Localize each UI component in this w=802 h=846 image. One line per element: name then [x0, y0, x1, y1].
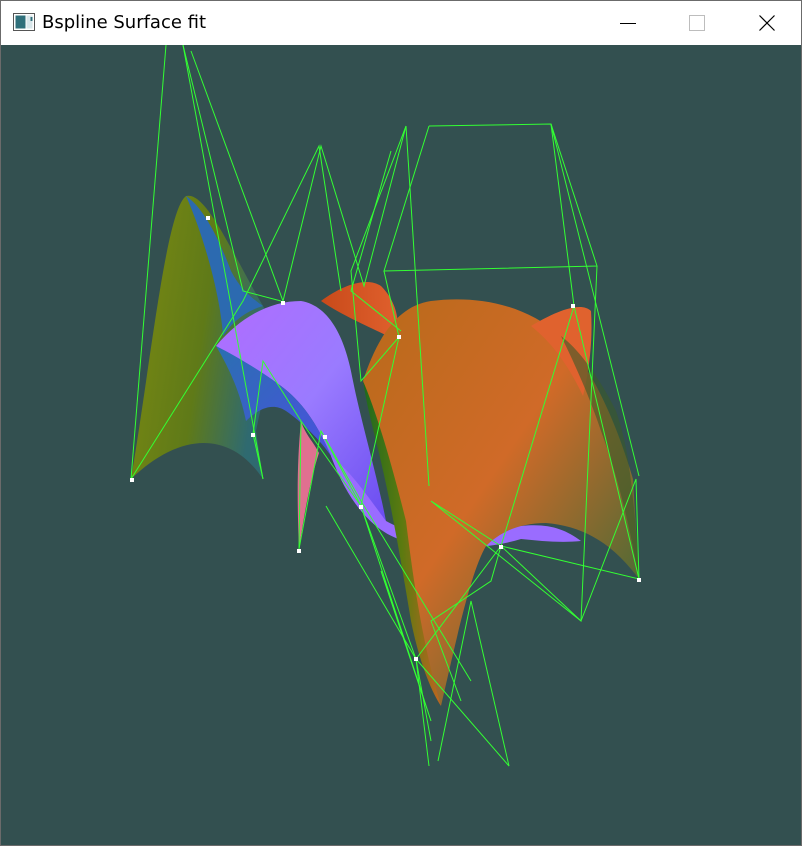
- minimize-button[interactable]: [593, 1, 663, 45]
- bspline-surface: [131, 195, 639, 706]
- control-point: [499, 545, 503, 549]
- control-point: [397, 335, 401, 339]
- close-icon: [759, 15, 775, 31]
- control-point: [414, 657, 418, 661]
- control-point: [281, 301, 285, 305]
- bspline-scene: [130, 45, 641, 767]
- control-point: [637, 578, 641, 582]
- app-window: Bspline Surface fit: [0, 0, 802, 846]
- control-point: [130, 478, 134, 482]
- control-point: [206, 216, 210, 220]
- title-bar[interactable]: Bspline Surface fit: [1, 1, 801, 45]
- control-point: [323, 435, 327, 439]
- render-viewport[interactable]: [1, 45, 801, 845]
- control-point: [571, 304, 575, 308]
- window-title: Bspline Surface fit: [42, 12, 207, 33]
- control-point: [359, 505, 363, 509]
- maximize-icon: [689, 15, 705, 31]
- minimize-icon: [620, 23, 636, 24]
- control-point: [251, 433, 255, 437]
- close-button[interactable]: [732, 1, 802, 45]
- app-icon: [13, 13, 35, 31]
- maximize-button[interactable]: [662, 1, 732, 45]
- control-point: [297, 549, 301, 553]
